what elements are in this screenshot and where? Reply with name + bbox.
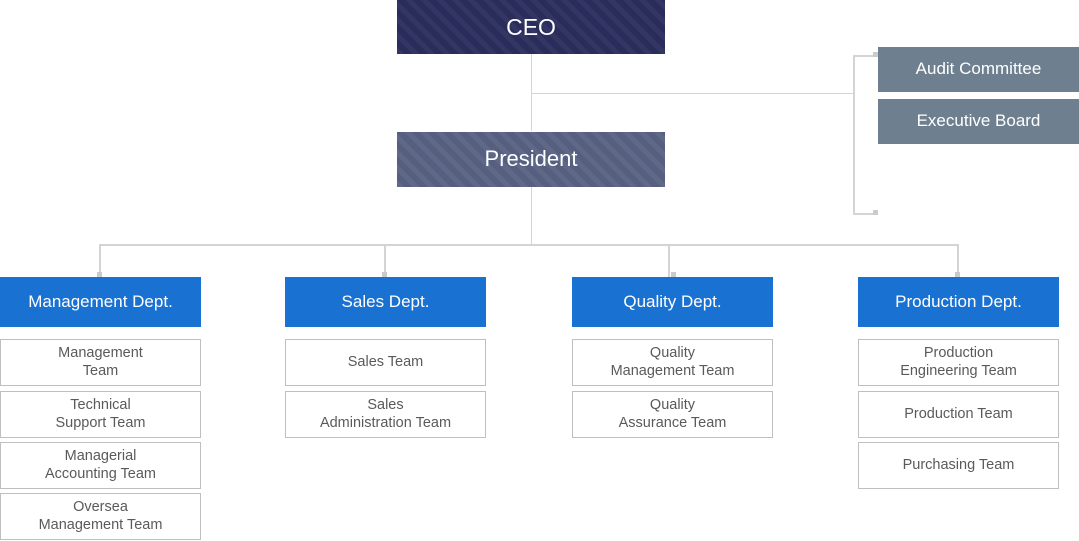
connector-distribution-bar bbox=[99, 244, 959, 246]
team-box[interactable]: Technical Support Team bbox=[0, 391, 201, 438]
team-label: Production Team bbox=[904, 405, 1013, 422]
team-label: Production Engineering Team bbox=[900, 344, 1017, 379]
connector-president-down bbox=[531, 187, 532, 245]
team-box[interactable]: Quality Management Team bbox=[572, 339, 773, 386]
node-ceo-label: CEO bbox=[506, 13, 556, 40]
dept-header-quality-label: Quality Dept. bbox=[623, 291, 722, 311]
node-audit-committee[interactable]: Audit Committee bbox=[878, 47, 1079, 92]
team-box[interactable]: Production Engineering Team bbox=[858, 339, 1059, 386]
dept-header-production[interactable]: Production Dept. bbox=[858, 277, 1059, 327]
team-box[interactable]: Oversea Management Team bbox=[0, 493, 201, 540]
dept-header-sales[interactable]: Sales Dept. bbox=[285, 277, 486, 327]
dept-header-management[interactable]: Management Dept. bbox=[0, 277, 201, 327]
team-box[interactable]: Managerial Accounting Team bbox=[0, 442, 201, 489]
team-box[interactable]: Sales Administration Team bbox=[285, 391, 486, 438]
team-label: Technical Support Team bbox=[55, 396, 146, 431]
connector-drop-quality bbox=[668, 244, 670, 277]
dept-header-management-label: Management Dept. bbox=[28, 291, 173, 311]
team-label: Oversea Management Team bbox=[38, 498, 163, 533]
connector-side-bracket-vertical bbox=[853, 55, 855, 215]
team-box[interactable]: Quality Assurance Team bbox=[572, 391, 773, 438]
team-box[interactable]: Sales Team bbox=[285, 339, 486, 386]
node-president[interactable]: President bbox=[397, 132, 665, 187]
team-label: Sales Team bbox=[347, 353, 424, 370]
team-box[interactable]: Purchasing Team bbox=[858, 442, 1059, 489]
connector-nub-executive-board bbox=[873, 210, 878, 215]
dept-header-quality[interactable]: Quality Dept. bbox=[572, 277, 773, 327]
connector-ceo-side-horizontal bbox=[531, 93, 854, 94]
team-label: Managerial Accounting Team bbox=[45, 447, 156, 482]
dept-header-sales-label: Sales Dept. bbox=[341, 291, 430, 311]
team-label: Purchasing Team bbox=[902, 456, 1015, 473]
team-box[interactable]: Production Team bbox=[858, 391, 1059, 438]
node-audit-committee-label: Audit Committee bbox=[915, 59, 1042, 79]
dept-header-production-label: Production Dept. bbox=[895, 291, 1022, 311]
node-president-label: President bbox=[484, 146, 578, 172]
org-chart: CEO Audit Committee Executive Board Pres… bbox=[0, 0, 1079, 541]
team-label: Quality Assurance Team bbox=[618, 396, 727, 431]
team-label: Management Team bbox=[58, 344, 143, 379]
node-ceo[interactable]: CEO bbox=[397, 0, 665, 54]
node-executive-board-label: Executive Board bbox=[916, 111, 1041, 131]
team-label: Sales Administration Team bbox=[319, 396, 452, 431]
team-label: Quality Management Team bbox=[610, 344, 735, 379]
team-box[interactable]: Management Team bbox=[0, 339, 201, 386]
node-executive-board[interactable]: Executive Board bbox=[878, 99, 1079, 144]
